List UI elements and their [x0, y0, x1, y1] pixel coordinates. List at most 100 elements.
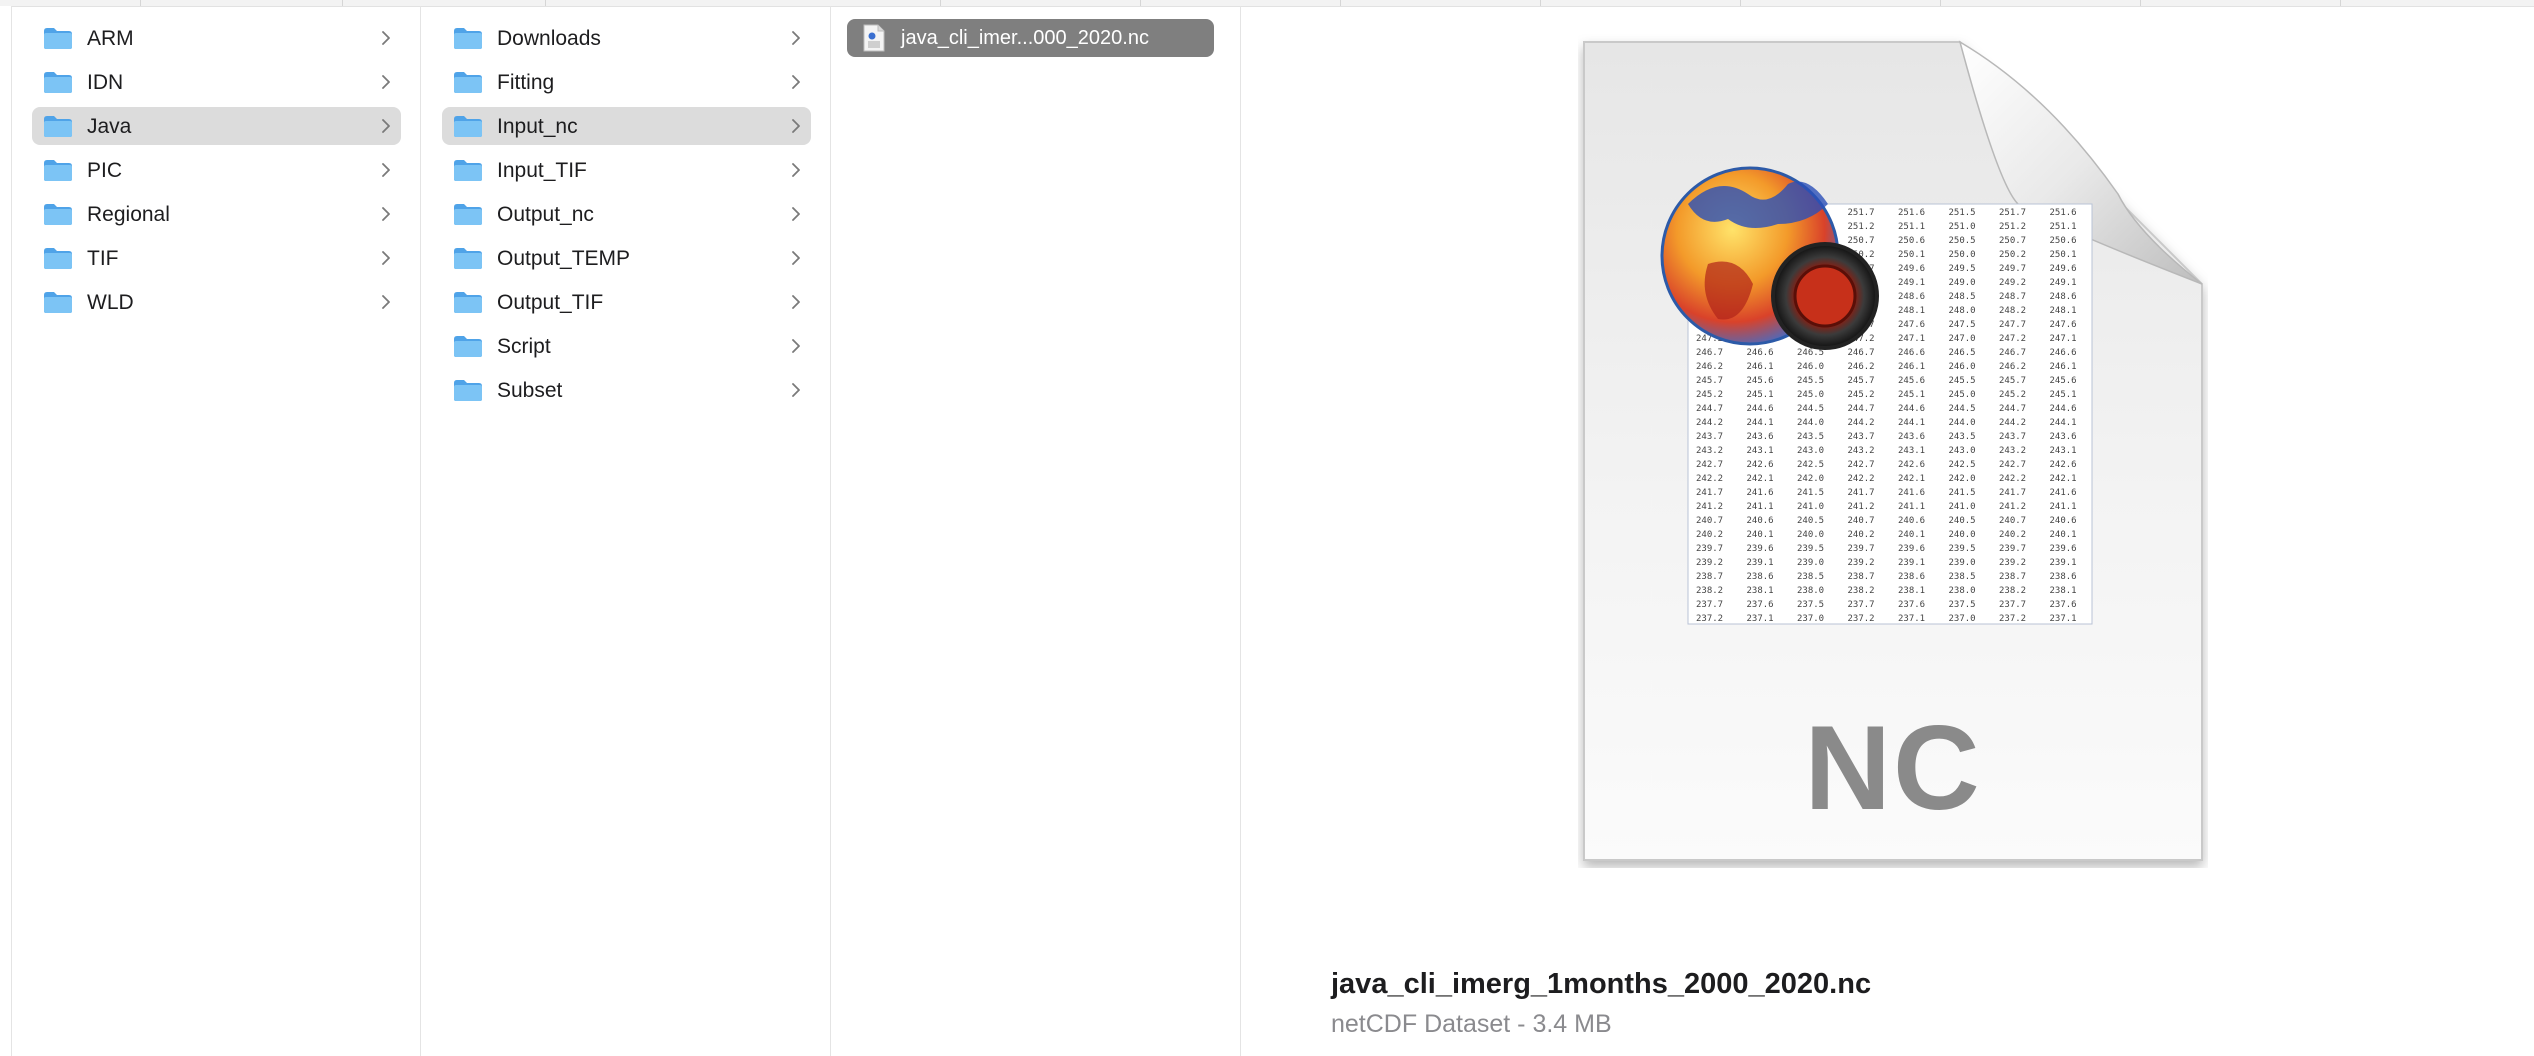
- svg-text:250.5: 250.5: [1949, 236, 1976, 246]
- svg-text:246.2: 246.2: [1848, 362, 1875, 372]
- svg-text:245.1: 245.1: [1747, 390, 1774, 400]
- folder-item-output-tif[interactable]: Output_TIF: [442, 283, 811, 321]
- svg-text:244.1: 244.1: [2050, 418, 2077, 428]
- folder-item-fitting[interactable]: Fitting: [442, 63, 811, 101]
- svg-text:251.0: 251.0: [1949, 222, 1976, 232]
- svg-text:240.2: 240.2: [1696, 530, 1723, 540]
- folder-item-subset[interactable]: Subset: [442, 371, 811, 409]
- svg-text:244.2: 244.2: [1999, 418, 2026, 428]
- svg-text:241.1: 241.1: [1898, 502, 1925, 512]
- svg-text:246.1: 246.1: [1898, 362, 1925, 372]
- svg-text:250.1: 250.1: [2050, 250, 2077, 260]
- chevron-right-icon: [791, 31, 801, 45]
- svg-text:242.7: 242.7: [1999, 460, 2026, 470]
- svg-text:241.6: 241.6: [1747, 488, 1774, 498]
- svg-text:246.1: 246.1: [1747, 362, 1774, 372]
- svg-text:243.0: 243.0: [1949, 446, 1976, 456]
- folder-item-wld[interactable]: WLD: [32, 283, 401, 321]
- svg-text:243.2: 243.2: [1999, 446, 2026, 456]
- svg-text:242.6: 242.6: [1898, 460, 1925, 470]
- folder-item-idn[interactable]: IDN: [32, 63, 401, 101]
- folder-item-output-nc[interactable]: Output_nc: [442, 195, 811, 233]
- folder-icon: [453, 247, 483, 270]
- svg-text:237.0: 237.0: [1949, 614, 1976, 624]
- svg-text:244.2: 244.2: [1848, 418, 1875, 428]
- folder-icon: [453, 27, 483, 50]
- svg-text:239.2: 239.2: [1696, 558, 1723, 568]
- svg-text:238.0: 238.0: [1797, 586, 1824, 596]
- svg-text:245.5: 245.5: [1797, 376, 1824, 386]
- folder-item-pic[interactable]: PIC: [32, 151, 401, 189]
- svg-text:239.0: 239.0: [1949, 558, 1976, 568]
- svg-text:241.6: 241.6: [1898, 488, 1925, 498]
- svg-text:251.2: 251.2: [1848, 222, 1875, 232]
- svg-text:238.6: 238.6: [1747, 572, 1774, 582]
- svg-text:237.7: 237.7: [1696, 600, 1723, 610]
- item-label: Downloads: [497, 27, 601, 50]
- svg-text:240.7: 240.7: [1848, 516, 1875, 526]
- svg-text:249.1: 249.1: [2050, 278, 2077, 288]
- svg-text:249.1: 249.1: [1898, 278, 1925, 288]
- folder-item-tif[interactable]: TIF: [32, 239, 401, 277]
- folder-item-regional[interactable]: Regional: [32, 195, 401, 233]
- svg-text:245.7: 245.7: [1696, 376, 1723, 386]
- chevron-right-icon: [381, 31, 391, 45]
- svg-text:244.7: 244.7: [1696, 404, 1723, 414]
- svg-text:242.6: 242.6: [1747, 460, 1774, 470]
- chevron-right-icon: [791, 251, 801, 265]
- folder-item-input-nc[interactable]: Input_nc: [442, 107, 811, 145]
- svg-text:242.0: 242.0: [1797, 474, 1824, 484]
- svg-text:249.2: 249.2: [1999, 278, 2026, 288]
- svg-text:243.6: 243.6: [1747, 432, 1774, 442]
- preview-pane: 251.7251.6251.5251.7251.6251.5251.7251.6…: [1241, 6, 2534, 1056]
- svg-text:248.2: 248.2: [1999, 306, 2026, 316]
- svg-text:238.5: 238.5: [1949, 572, 1976, 582]
- column-2[interactable]: Downloads Fitting Input_nc Input_TIF Output_…: [421, 6, 831, 1056]
- folder-item-input-tif[interactable]: Input_TIF: [442, 151, 811, 189]
- svg-text:246.2: 246.2: [1999, 362, 2026, 372]
- svg-text:245.6: 245.6: [1898, 376, 1925, 386]
- item-label: PIC: [87, 159, 123, 182]
- svg-text:249.7: 249.7: [1999, 264, 2026, 274]
- svg-text:245.7: 245.7: [1999, 376, 2026, 386]
- svg-text:240.6: 240.6: [1898, 516, 1925, 526]
- folder-item-java[interactable]: Java: [32, 107, 401, 145]
- preview-file-name: java_cli_imerg_1months_2000_2020.nc: [1331, 968, 1872, 1000]
- chevron-right-icon: [381, 119, 391, 133]
- svg-text:239.2: 239.2: [1999, 558, 2026, 568]
- svg-text:242.7: 242.7: [1848, 460, 1875, 470]
- chevron-right-icon: [791, 383, 801, 397]
- item-label: Script: [497, 335, 551, 358]
- folder-item-arm[interactable]: ARM: [32, 19, 401, 57]
- svg-text:240.6: 240.6: [2050, 516, 2077, 526]
- svg-text:243.1: 243.1: [2050, 446, 2077, 456]
- svg-text:242.1: 242.1: [1747, 474, 1774, 484]
- chevron-right-icon: [381, 75, 391, 89]
- svg-text:246.0: 246.0: [1797, 362, 1824, 372]
- svg-text:238.0: 238.0: [1949, 586, 1976, 596]
- svg-text:246.7: 246.7: [1999, 348, 2026, 358]
- svg-text:240.0: 240.0: [1949, 530, 1976, 540]
- svg-text:241.5: 241.5: [1949, 488, 1976, 498]
- column-3[interactable]: java_cli_imer...000_2020.nc: [831, 6, 1241, 1056]
- svg-text:243.7: 243.7: [1696, 432, 1723, 442]
- svg-text:243.2: 243.2: [1696, 446, 1723, 456]
- svg-text:245.7: 245.7: [1848, 376, 1875, 386]
- item-label: Input_nc: [497, 115, 578, 138]
- file-item-java-cli-imer-000-2020-nc[interactable]: java_cli_imer...000_2020.nc: [847, 19, 1214, 57]
- svg-text:246.2: 246.2: [1696, 362, 1723, 372]
- svg-text:238.7: 238.7: [1999, 572, 2026, 582]
- svg-text:242.0: 242.0: [1949, 474, 1976, 484]
- column-1[interactable]: ARM IDN Java PIC Regional TIF WLD: [11, 6, 421, 1056]
- folder-icon: [43, 247, 73, 270]
- item-label: java_cli_imer...000_2020.nc: [901, 27, 1149, 49]
- folder-icon: [43, 27, 73, 50]
- svg-text:245.1: 245.1: [1898, 390, 1925, 400]
- svg-text:240.6: 240.6: [1747, 516, 1774, 526]
- svg-text:239.1: 239.1: [2050, 558, 2077, 568]
- folder-item-output-temp[interactable]: Output_TEMP: [442, 239, 811, 277]
- folder-item-script[interactable]: Script: [442, 327, 811, 365]
- svg-text:240.1: 240.1: [1747, 530, 1774, 540]
- preview-file-info: netCDF Dataset - 3.4 MB: [1331, 1010, 1612, 1038]
- folder-item-downloads[interactable]: Downloads: [442, 19, 811, 57]
